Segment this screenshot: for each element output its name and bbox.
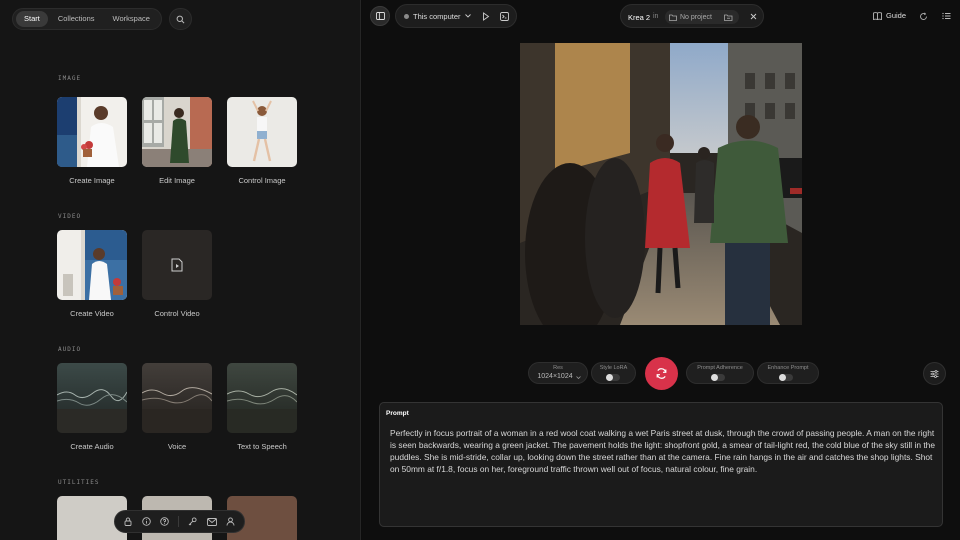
create-audio-label: Create Audio (70, 442, 114, 451)
section-label-utilities: UTILITIES (58, 479, 100, 486)
voice-thumbnail (142, 363, 212, 433)
chevron-down-icon (576, 376, 581, 379)
workspace-panel: This computer Krea 2 in No project Guide… (362, 0, 960, 540)
res-label: Res (553, 365, 563, 371)
info-icon[interactable] (141, 517, 151, 526)
style-lora-label: Style LoRA (599, 365, 628, 371)
tab-workspace[interactable]: Workspace (105, 11, 158, 27)
prompt-text[interactable]: Perfectly in focus portrait of a woman i… (390, 427, 938, 475)
text-to-speech-label: Text to Speech (237, 442, 287, 451)
terminal-icon[interactable] (500, 12, 509, 21)
folder-open-icon[interactable] (724, 14, 733, 21)
user-icon[interactable] (226, 517, 235, 526)
edit-image-thumbnail (142, 97, 212, 167)
tab-start[interactable]: Start (16, 11, 48, 27)
generated-image[interactable] (520, 43, 802, 325)
sidebar-icon (375, 12, 385, 20)
prompt-adherence-control[interactable]: Prompt Adherence (686, 362, 754, 384)
text-to-speech-thumbnail (227, 363, 297, 433)
section-label-image: IMAGE (58, 75, 82, 82)
prompt-editor[interactable]: Prompt Perfectly in focus portrait of a … (379, 402, 943, 527)
create-image-thumbnail (57, 97, 127, 167)
search-button[interactable] (169, 8, 192, 30)
create-audio-card[interactable]: Create Audio (57, 363, 127, 451)
guide-button[interactable]: Guide (873, 11, 906, 20)
divider (178, 516, 179, 527)
refresh-icon[interactable] (919, 12, 928, 21)
status-dot (404, 14, 409, 19)
voice-label: Voice (167, 442, 187, 451)
sliders-icon (930, 369, 939, 378)
prompt-adherence-toggle[interactable] (711, 374, 725, 381)
text-to-speech-card[interactable]: Text to Speech (227, 363, 297, 451)
model-name[interactable]: Krea 2 (628, 13, 650, 22)
lock-icon[interactable] (124, 517, 132, 526)
mail-icon[interactable] (206, 517, 217, 526)
folder-icon (669, 14, 677, 21)
control-image-label: Control Image (238, 176, 286, 185)
edit-image-card[interactable]: Edit Image (142, 97, 212, 185)
edit-image-label: Edit Image (159, 176, 195, 185)
regenerate-icon (655, 367, 668, 380)
style-lora-control[interactable]: Style LoRA (591, 362, 636, 384)
close-icon[interactable] (750, 13, 757, 20)
location-selector[interactable]: This computer (413, 12, 461, 21)
create-image-label: Create Image (69, 176, 115, 185)
search-icon (176, 15, 185, 24)
style-lora-toggle[interactable] (606, 374, 620, 381)
book-icon (873, 11, 882, 20)
project-name: No project (680, 13, 712, 21)
enhance-prompt-control[interactable]: Enhance Prompt (757, 362, 819, 384)
video-file-icon (171, 258, 183, 272)
control-image-thumbnail (227, 97, 297, 167)
settings-button[interactable] (923, 362, 946, 385)
play-icon[interactable] (482, 12, 490, 21)
bottom-toolbar (114, 510, 245, 533)
list-icon[interactable] (942, 12, 951, 20)
control-video-label: Control Video (154, 309, 200, 318)
control-image-card[interactable]: Control Image (227, 97, 297, 185)
prompt-adherence-label: Prompt Adherence (697, 365, 743, 371)
enhance-prompt-label: Enhance Prompt (767, 365, 809, 371)
control-video-thumbnail (142, 230, 212, 300)
toggle-sidebar-button[interactable] (370, 6, 390, 26)
resolution-selector[interactable]: Res 1024×1024 (528, 362, 588, 384)
create-video-label: Create Video (70, 309, 114, 318)
create-image-card[interactable]: Create Image (57, 97, 127, 185)
generate-button[interactable] (645, 357, 678, 390)
create-video-thumbnail (57, 230, 127, 300)
key-icon[interactable] (188, 517, 197, 526)
tab-collections[interactable]: Collections (50, 11, 103, 27)
create-video-card[interactable]: Create Video (57, 230, 127, 318)
create-audio-thumbnail (57, 363, 127, 433)
section-label-audio: AUDIO (58, 346, 82, 353)
voice-card[interactable]: Voice (142, 363, 212, 451)
help-icon[interactable] (160, 517, 169, 526)
enhance-prompt-toggle[interactable] (779, 374, 793, 381)
section-label-video: VIDEO (58, 213, 82, 220)
left-panel: Start Collections Workspace IMAGE Create… (0, 0, 361, 540)
nav-tabs: Start Collections Workspace (12, 8, 162, 30)
prompt-title: Prompt (386, 410, 409, 417)
project-selector[interactable]: No project (665, 10, 739, 24)
chevron-down-icon[interactable] (465, 14, 471, 18)
location-bar: This computer (395, 4, 517, 28)
guide-label: Guide (886, 11, 907, 20)
model-project-bar: Krea 2 in No project (620, 4, 764, 28)
in-label: in (653, 13, 659, 20)
control-video-card[interactable]: Control Video (142, 230, 212, 318)
